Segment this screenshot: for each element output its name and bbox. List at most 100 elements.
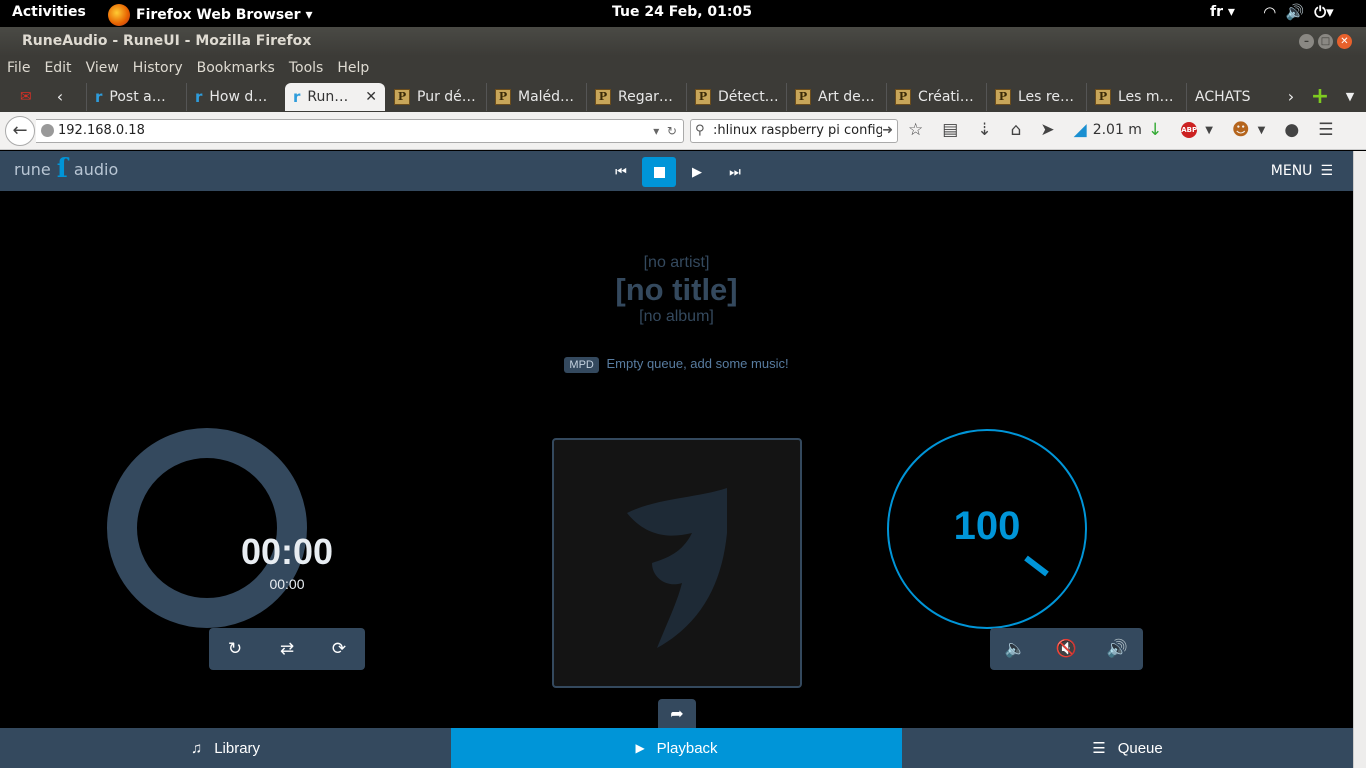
menu-button[interactable]: MENU ☰: [1271, 163, 1333, 179]
logo-text-right: audio: [73, 159, 119, 179]
volume-down-button[interactable]: 🔈: [1005, 639, 1026, 659]
tab-label: Créati…: [918, 89, 974, 105]
downloads-icon[interactable]: ⇣: [977, 120, 991, 140]
url-dropdown-reload-icon[interactable]: ▾ ↻: [653, 120, 677, 142]
tab-achats[interactable]: ACHATS: [1186, 83, 1278, 111]
menu-tools[interactable]: Tools: [289, 60, 324, 76]
tab-art[interactable]: P Art de…: [786, 83, 886, 111]
bookmarks-list-icon[interactable]: ▤: [942, 120, 958, 140]
download-arrow-icon: ↓: [1147, 120, 1163, 140]
rune-logo-icon: [627, 488, 727, 648]
clock[interactable]: Tue 24 Feb, 01:05: [612, 4, 752, 20]
search-engine-icon[interactable]: ⚲: [695, 120, 705, 142]
greasemonkey-menu[interactable]: ☻ ▼: [1232, 120, 1265, 140]
scroll-tabs-right-icon[interactable]: ›: [1282, 80, 1300, 112]
tab-regar[interactable]: P Regar…: [586, 83, 686, 111]
menu-bar: File Edit View History Bookmarks Tools H…: [0, 56, 1366, 80]
menu-help[interactable]: Help: [337, 60, 369, 76]
wifi-icon: ◠: [1264, 3, 1276, 21]
tab-list-icon[interactable]: ▼: [1340, 80, 1360, 112]
minimize-icon[interactable]: –: [1299, 34, 1314, 49]
elapsed-time: 00:00: [240, 531, 334, 572]
tab-label: How d…: [209, 89, 268, 105]
tab-how[interactable]: r How d…: [186, 83, 284, 111]
tab-les-m[interactable]: P Les m…: [1086, 83, 1186, 111]
language-indicator[interactable]: fr ▾: [1210, 4, 1235, 20]
site-identity-icon[interactable]: [41, 124, 54, 137]
runeaudio-favicon-icon: r: [195, 88, 203, 106]
menu-history[interactable]: History: [133, 60, 183, 76]
song-title: [no title]: [615, 272, 738, 307]
rune-logo[interactable]: rune ſ audio: [14, 156, 119, 182]
back-arrow-icon[interactable]: ←: [5, 116, 35, 146]
gmail-icon: ✉: [20, 89, 32, 105]
share-button[interactable]: ➦: [658, 699, 696, 729]
bookmark-star-icon[interactable]: ☆: [908, 120, 923, 140]
download-status[interactable]: ◢ 2.01 m ↓: [1074, 120, 1163, 140]
hamburger-menu-icon[interactable]: ☰: [1318, 120, 1333, 140]
speaker-icon: 🔊: [1285, 3, 1305, 21]
tab-label: Post a…: [109, 89, 166, 105]
menu-file[interactable]: File: [7, 60, 30, 76]
new-tab-icon[interactable]: +: [1308, 80, 1332, 112]
play-button[interactable]: ▶: [680, 157, 714, 187]
nav-queue[interactable]: ☰ Queue: [902, 728, 1353, 768]
adblock-menu[interactable]: ABP ▼: [1181, 122, 1213, 138]
home-icon[interactable]: ⌂: [1011, 120, 1022, 140]
tab-gmail[interactable]: ✉: [12, 83, 52, 111]
chat-icon[interactable]: ●: [1284, 120, 1299, 140]
window-title: RuneAudio - RuneUI - Mozilla Firefox: [22, 33, 312, 49]
skip-forward-icon: ⏭: [729, 164, 741, 180]
next-button[interactable]: ⏭: [718, 157, 752, 187]
tab-pur[interactable]: P Pur dé…: [386, 83, 486, 111]
pathfinder-favicon-icon: P: [995, 89, 1011, 105]
volume-up-button[interactable]: 🔊: [1107, 639, 1128, 659]
progress-knob[interactable]: [107, 428, 307, 628]
stop-button[interactable]: [642, 157, 676, 187]
tab-creati[interactable]: P Créati…: [886, 83, 986, 111]
tab-label: Maléd…: [518, 89, 575, 105]
menu-edit[interactable]: Edit: [44, 60, 71, 76]
menu-view[interactable]: View: [86, 60, 119, 76]
nav-playback[interactable]: ▶ Playback: [451, 728, 902, 768]
list-icon: ☰: [1092, 740, 1106, 757]
nav-library[interactable]: ♫ Library: [0, 728, 451, 768]
app-name: Firefox Web Browser ▾: [136, 7, 313, 23]
tab-les-re[interactable]: P Les re…: [986, 83, 1086, 111]
pathfinder-favicon-icon: P: [895, 89, 911, 105]
repeat-button[interactable]: ↻: [228, 639, 242, 659]
tab-detect[interactable]: P Détect…: [686, 83, 786, 111]
repeat-icon: ↻: [227, 639, 243, 659]
close-window-icon[interactable]: ✕: [1337, 34, 1352, 49]
app-menu[interactable]: Firefox Web Browser ▾: [108, 4, 312, 26]
navigation-bar: ← 192.168.0.18 ▾ ↻ ⚲ :hlinux raspberry p…: [0, 112, 1366, 150]
menu-bookmarks[interactable]: Bookmarks: [197, 60, 275, 76]
mute-button[interactable]: 🔇: [1056, 639, 1077, 659]
search-go-icon[interactable]: ➜: [882, 120, 893, 142]
volume-low-icon: 🔈: [1004, 639, 1027, 659]
shuffle-button[interactable]: ⇄: [280, 639, 294, 659]
system-tray[interactable]: ◠ 🔊 ⏻▾: [1264, 3, 1334, 21]
tab-label: ACHATS: [1195, 89, 1251, 105]
search-input[interactable]: ⚲ :hlinux raspberry pi config ➜: [690, 119, 898, 143]
list-icon: ☰: [1320, 163, 1333, 179]
tab-runeui-active[interactable]: r Run… ✕: [285, 83, 385, 111]
runeaudio-page: rune ſ audio ⏮ ▶ ⏭ MENU ☰ [no artist] [n…: [0, 151, 1353, 768]
playback-mode-controls: ↻ ⇄ ⟳: [209, 628, 365, 670]
bottom-nav: ♫ Library ▶ Playback ☰ Queue: [0, 728, 1353, 768]
scroll-tabs-left-icon[interactable]: ‹: [52, 80, 68, 112]
runeaudio-favicon-icon: r: [293, 88, 301, 106]
tab-maled[interactable]: P Maléd…: [486, 83, 586, 111]
previous-button[interactable]: ⏮: [604, 157, 638, 187]
tab-label: Détect…: [718, 89, 779, 105]
page-scrollbar[interactable]: [1353, 151, 1366, 768]
activities-button[interactable]: Activities: [12, 4, 86, 20]
maximize-icon[interactable]: □: [1318, 34, 1333, 49]
send-icon[interactable]: ➤: [1040, 120, 1054, 140]
tab-close-icon[interactable]: ✕: [365, 89, 377, 105]
nav-playback-label: Playback: [656, 739, 718, 757]
power-icon: ⏻▾: [1314, 3, 1334, 21]
consume-button[interactable]: ⟳: [332, 639, 346, 659]
url-bar[interactable]: 192.168.0.18 ▾ ↻: [36, 119, 684, 143]
tab-post[interactable]: r Post a…: [86, 83, 186, 111]
